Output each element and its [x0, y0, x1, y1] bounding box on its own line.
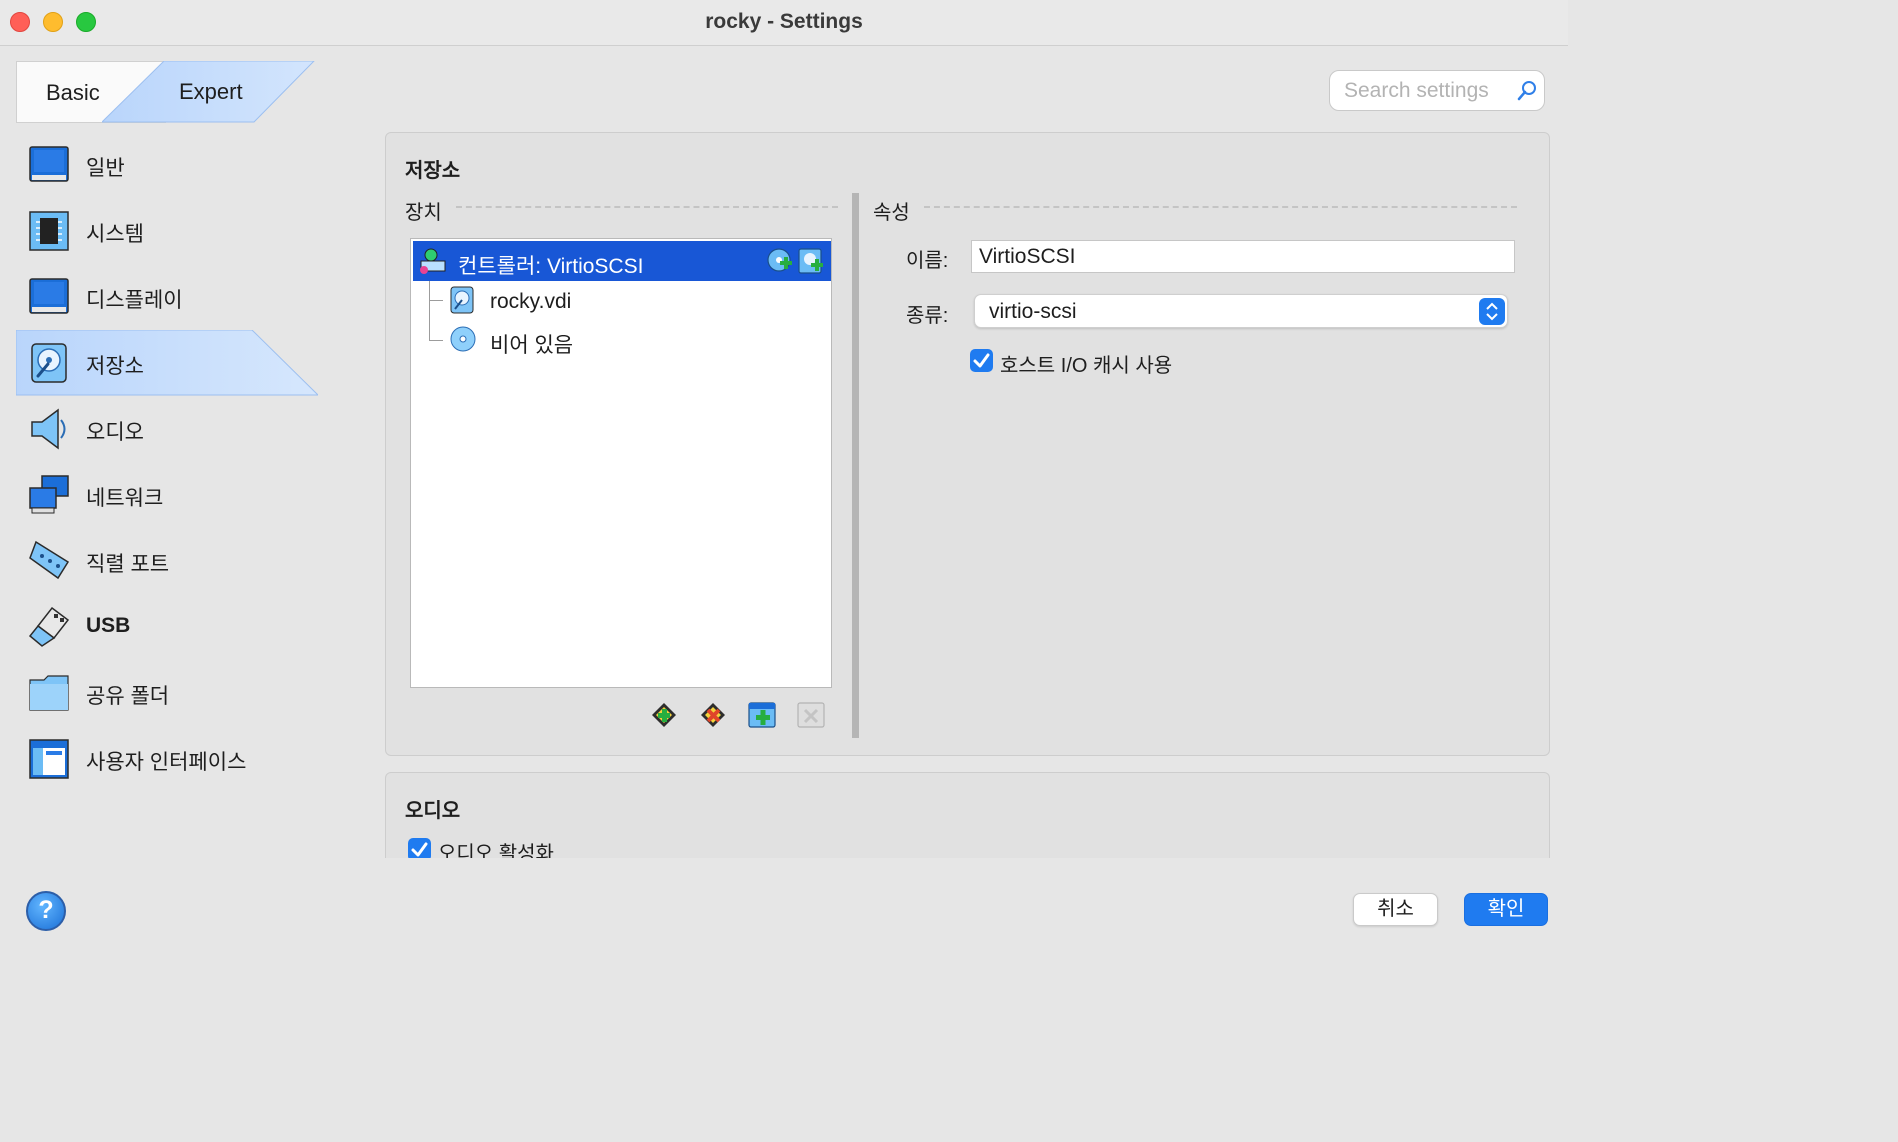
sidebar-item-label: 공유 폴더 [86, 685, 170, 708]
properties-divider [924, 206, 1517, 208]
add-controller-icon[interactable] [648, 699, 680, 731]
remove-controller-icon[interactable] [697, 699, 729, 731]
pane-splitter[interactable] [852, 193, 859, 738]
storage-device-tree: 컨트롤러: VirtioSCSI rocky.vdi 비어 있음 [410, 238, 832, 688]
display-monitor-icon [29, 278, 69, 314]
type-label: 종류: [906, 305, 949, 327]
name-label: 이름: [906, 250, 949, 272]
checkmark-icon [411, 842, 428, 857]
sidebar-item-label: 네트워크 [86, 487, 164, 510]
sidebar-item-label: 직렬 포트 [86, 553, 170, 576]
sidebar-item-label: 오디오 [86, 421, 144, 444]
sidebar-item-serial-port[interactable]: 직렬 포트 [16, 528, 318, 594]
optical-disc-icon [450, 326, 476, 352]
sidebar-item-label: 시스템 [86, 223, 144, 246]
tree-row-optical-empty[interactable]: 비어 있음 [411, 320, 831, 360]
shared-folder-icon [29, 675, 69, 711]
sidebar-item-system[interactable]: 시스템 [16, 198, 318, 264]
select-arrows-icon [1479, 298, 1505, 325]
sidebar-item-storage[interactable]: 저장소 [16, 330, 318, 396]
serial-port-icon [29, 540, 70, 580]
hard-disk-icon [450, 286, 474, 314]
sidebar-item-network[interactable]: 네트워크 [16, 462, 318, 528]
controller-name-field[interactable] [971, 240, 1515, 273]
sidebar-item-audio[interactable]: 오디오 [16, 396, 318, 462]
title-bar: rocky - Settings [0, 0, 1568, 46]
audio-enable-label: 오디오 활성화 [438, 843, 554, 858]
sidebar-item-label: 디스플레이 [86, 289, 183, 312]
sidebar-item-usb[interactable]: USB [16, 594, 318, 660]
tree-row-controller[interactable]: 컨트롤러: VirtioSCSI [413, 241, 831, 281]
user-interface-icon [29, 739, 69, 779]
storage-disk-icon [31, 343, 67, 383]
add-attachment-icon[interactable] [746, 699, 778, 731]
optical-empty-label: 비어 있음 [490, 334, 574, 357]
disk-label: rocky.vdi [490, 290, 572, 313]
search-icon [1517, 81, 1536, 101]
audio-enable-checkbox[interactable] [408, 838, 431, 858]
controller-type-value: virtio-scsi [989, 300, 1077, 323]
tree-row-disk[interactable]: rocky.vdi [411, 281, 831, 321]
ok-button[interactable]: 확인 [1464, 893, 1548, 926]
network-icon [29, 475, 69, 514]
sidebar-item-shared-folders[interactable]: 공유 폴더 [16, 660, 318, 726]
controller-type-select[interactable]: virtio-scsi [974, 294, 1508, 328]
storage-section-title: 저장소 [405, 160, 461, 182]
audio-speaker-icon [31, 408, 66, 450]
sidebar-item-label: USB [86, 614, 131, 637]
sidebar-item-label: 사용자 인터페이스 [86, 751, 247, 774]
sidebar-item-display[interactable]: 디스플레이 [16, 264, 318, 330]
add-optical-drive-icon[interactable] [766, 247, 794, 275]
mode-switcher: Basic Expert [16, 61, 316, 123]
help-button[interactable]: ? [26, 891, 66, 931]
general-icon [29, 146, 69, 182]
window-title: rocky - Settings [705, 10, 863, 33]
sidebar-item-label: 일반 [86, 157, 125, 180]
audio-section-title: 오디오 [405, 800, 461, 822]
sidebar-item-general[interactable]: 일반 [16, 132, 318, 198]
controller-icon [420, 248, 446, 274]
host-io-cache-checkbox[interactable] [970, 349, 993, 372]
checkmark-icon [973, 353, 990, 368]
system-chip-icon [29, 211, 69, 251]
basic-mode-label: Basic [46, 80, 100, 105]
remove-attachment-icon[interactable] [795, 699, 827, 731]
storage-panel: 저장소 장치 컨트롤러: VirtioSCSI rocky.vdi 비어 있음 … [385, 132, 1550, 756]
properties-group-label: 속성 [873, 202, 910, 224]
sidebar-item-label: 저장소 [86, 355, 144, 378]
sidebar-item-user-interface[interactable]: 사용자 인터페이스 [16, 726, 318, 792]
usb-icon [28, 606, 70, 647]
devices-divider [456, 206, 838, 208]
devices-group-label: 장치 [405, 202, 442, 224]
search-input[interactable] [1329, 70, 1545, 111]
controller-label: 컨트롤러: VirtioSCSI [458, 255, 644, 278]
add-hard-disk-icon[interactable] [797, 247, 825, 275]
cancel-button[interactable]: 취소 [1353, 893, 1438, 926]
expert-mode-label: Expert [179, 79, 243, 104]
settings-sidebar: 일반 시스템 디스플레이 저장소 오디오 네트워크 직렬 포트 USB 공유 폴… [16, 132, 318, 792]
audio-panel: 오디오 오디오 활성화 [385, 772, 1550, 858]
host-io-cache-label: 호스트 I/O 캐시 사용 [1000, 355, 1173, 377]
expert-mode-tab[interactable]: Expert [102, 61, 316, 123]
